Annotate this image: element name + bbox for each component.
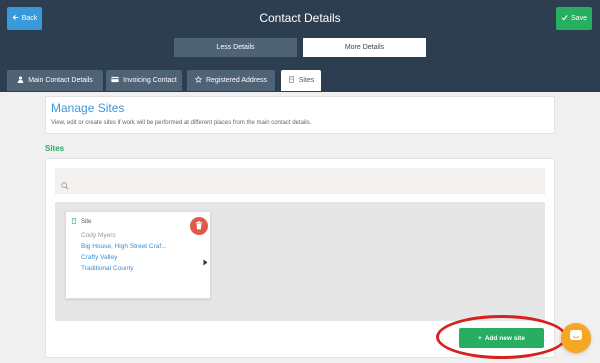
tab-sites[interactable]: Sites — [281, 70, 321, 91]
site-card-header: Site — [71, 218, 91, 226]
card-icon — [111, 76, 119, 85]
highlight-annotation-ring — [436, 315, 567, 359]
site-contact-name: Cody Myers — [81, 232, 116, 239]
tab-registered-address[interactable]: Registered Address — [187, 70, 275, 91]
manage-sites-description: View, edit or create sites if work will … — [51, 120, 312, 126]
check-icon — [561, 14, 568, 23]
tab-label: Main Contact Details — [28, 77, 93, 84]
tab-label: Registered Address — [205, 77, 268, 84]
manage-sites-title: Manage Sites — [51, 101, 125, 115]
tab-invoicing-contact[interactable]: Invoicing Contact — [106, 70, 182, 91]
site-address-line2[interactable]: Crafty Valley — [81, 254, 117, 261]
site-address-line3[interactable]: Traditional County — [81, 265, 134, 272]
site-card-label: Site — [81, 219, 92, 225]
site-search-input[interactable] — [55, 168, 545, 194]
chat-icon — [569, 329, 583, 347]
save-button[interactable]: Save — [556, 7, 592, 30]
tab-main-contact-details[interactable]: Main Contact Details — [7, 70, 103, 91]
manage-sites-panel: Manage Sites View, edit or create sites … — [45, 96, 555, 134]
building-icon — [288, 76, 295, 85]
chat-widget-button[interactable] — [561, 323, 591, 353]
star-icon — [194, 75, 203, 85]
more-details-toggle[interactable]: More Details — [303, 38, 426, 57]
search-icon — [61, 177, 69, 190]
user-icon — [17, 76, 24, 85]
delete-site-button[interactable] — [190, 217, 208, 235]
tab-label: Invoicing Contact — [123, 77, 177, 84]
chevron-right-icon[interactable] — [203, 253, 208, 266]
tab-label: Sites — [298, 77, 315, 84]
sites-section-heading: Sites — [45, 144, 65, 153]
less-details-toggle[interactable]: Less Details — [174, 38, 297, 57]
site-address-line1[interactable]: Big House, High Street Craf... — [81, 243, 181, 250]
save-button-label: Save — [571, 15, 587, 22]
page-title: Contact Details — [259, 11, 341, 25]
building-icon — [71, 218, 77, 226]
trash-icon — [195, 217, 203, 235]
